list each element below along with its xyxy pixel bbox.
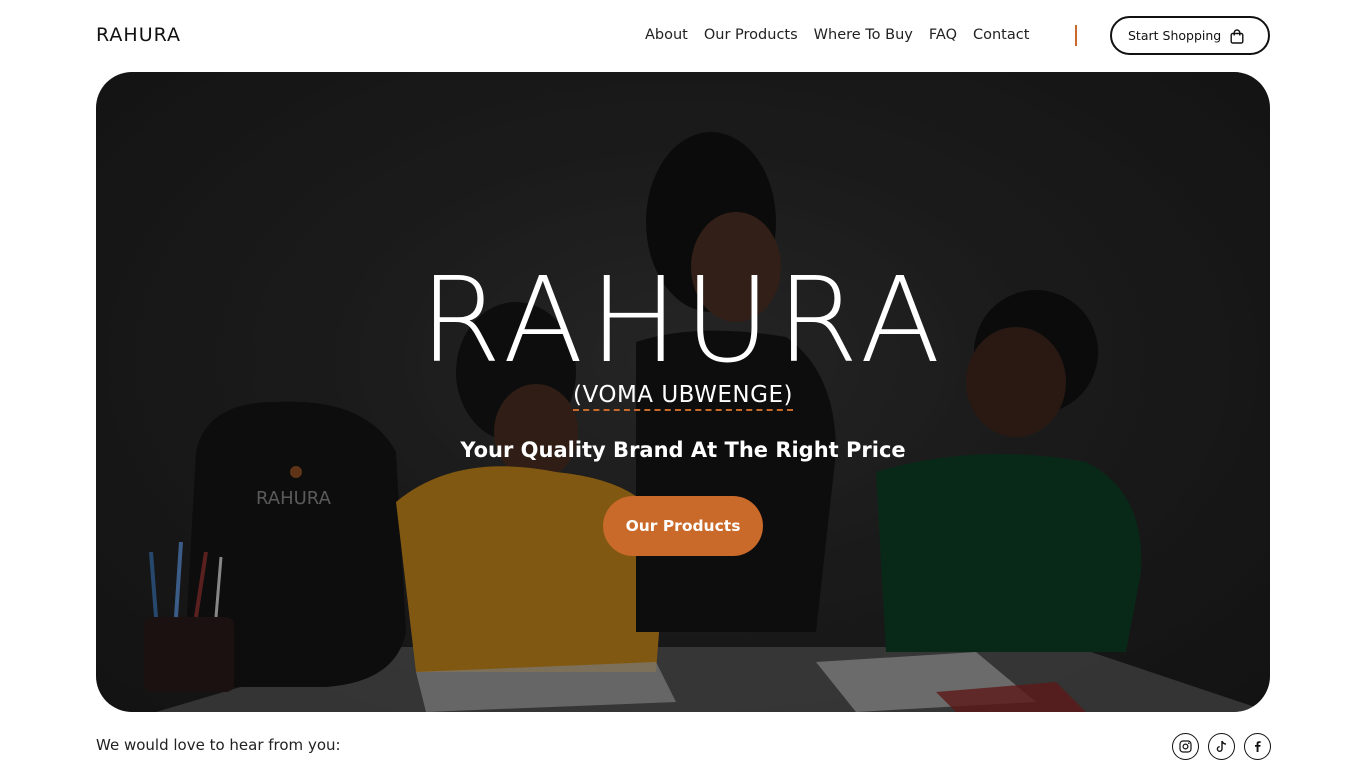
social-links <box>1172 733 1271 760</box>
tiktok-icon[interactable] <box>1208 733 1235 760</box>
contact-prompt: We would love to hear from you: <box>96 736 341 754</box>
main-nav: About Our Products Where To Buy FAQ Cont… <box>645 24 1045 46</box>
hero-subtitle: (VOMA UBWENGE) <box>96 382 1270 411</box>
hero-tagline: Your Quality Brand At The Right Price <box>460 438 906 462</box>
nav-our-products[interactable]: Our Products <box>704 24 798 46</box>
start-shopping-label: Start Shopping <box>1128 28 1222 43</box>
site-header: RAHURA About Our Products Where To Buy F… <box>0 0 1364 72</box>
nav-where-to-buy[interactable]: Where To Buy <box>814 24 913 46</box>
facebook-icon[interactable] <box>1244 733 1271 760</box>
nav-divider <box>1075 25 1077 46</box>
site-logo[interactable]: RAHURA <box>96 24 181 46</box>
start-shopping-button[interactable]: Start Shopping <box>1110 16 1270 55</box>
hero-banner: RAHURA RAHURA (VOMA UBWENGE) Your Qualit… <box>96 72 1270 712</box>
shopping-bag-icon <box>1230 28 1244 44</box>
hero-title: RAHURA <box>419 251 947 389</box>
nav-about[interactable]: About <box>645 24 688 46</box>
nav-faq[interactable]: FAQ <box>929 24 957 46</box>
instagram-icon[interactable] <box>1172 733 1199 760</box>
our-products-button[interactable]: Our Products <box>603 496 763 556</box>
nav-contact[interactable]: Contact <box>973 24 1029 46</box>
